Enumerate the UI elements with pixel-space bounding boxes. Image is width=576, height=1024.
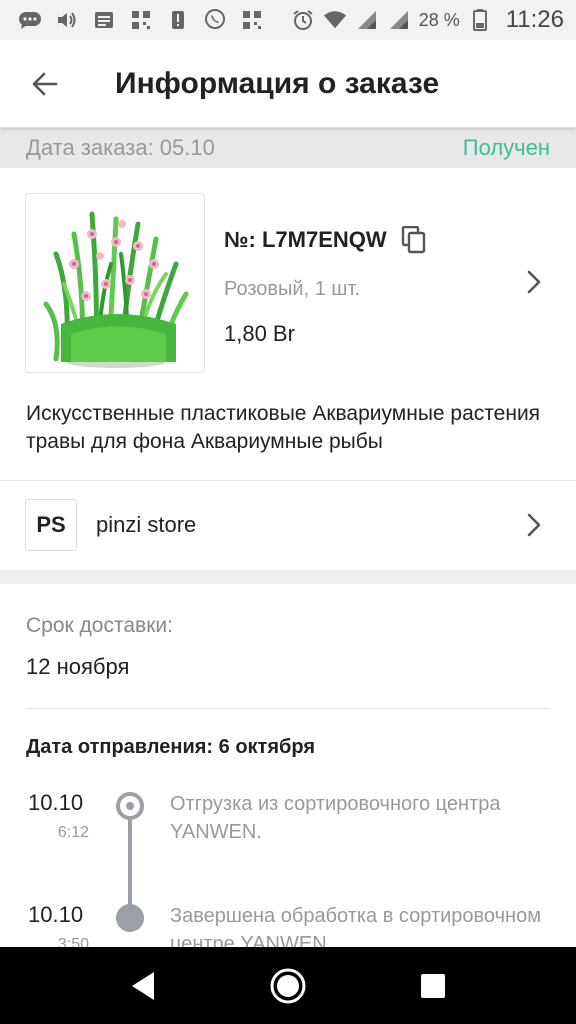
square-recents-icon [421,973,446,998]
aquarium-grass-image [43,211,189,368]
clock: 11:26 [505,6,564,33]
battery-percent: 28 % [418,9,460,30]
copy-icon[interactable] [401,226,427,254]
store-name: pinzi store [96,512,197,537]
shipping-date-title: Дата отправления: 6 октября [26,736,315,758]
back-button[interactable] [0,40,90,128]
product-price: 1,80 Br [224,321,295,346]
event-text: Завершена обработка в сортировочном цент… [170,905,541,947]
wifi-icon [323,9,347,31]
delivery-term-value: 12 ноября [26,654,130,679]
section-gap [0,570,576,584]
product-image[interactable] [25,193,205,373]
product-variant: Розовый, 1 шт. [224,278,360,300]
viber-icon [203,9,227,31]
status-bar: 28 % 11:26 [0,0,576,40]
event-text: Отгрузка из сортировочного центра YANWEN… [170,793,501,843]
store-logo: PS [25,499,77,551]
message-icon [18,9,42,31]
qr-icon [129,9,153,31]
order-status: Получен [462,135,550,160]
product-description: Искусственные пластиковые Аквариумные ра… [26,402,541,453]
chevron-right-icon[interactable] [526,269,542,295]
tracking-timeline: 10.10 6:12 Отгрузка из сортировочного це… [0,790,576,947]
store-row[interactable]: PS pinzi store [0,481,576,569]
system-nav-bar [0,947,576,1024]
alarm-icon [291,9,315,31]
news-icon [92,9,116,31]
app-bar: Информация о заказе [0,40,576,128]
order-number: №: L7M7ENQW [224,226,427,254]
product-card[interactable]: №: L7M7ENQW Розовый, 1 шт. 1,80 Br Искус… [0,168,576,480]
event-date: 10.10 [28,790,84,815]
volume-icon [55,9,79,31]
delivery-term-label: Срок доставки: [26,614,173,637]
signal-icon [387,9,411,31]
timeline-line [128,818,132,908]
order-date: Дата заказа: 05.10 [26,135,215,160]
page-title: Информация о заказе [115,66,440,100]
triangle-back-icon [131,971,154,1000]
signal-icon [355,9,379,31]
circle-home-icon [270,968,306,1003]
nav-recents-button[interactable] [403,956,463,1016]
divider [26,708,550,709]
event-date: 10.10 [28,902,84,927]
arrow-left-icon [32,72,58,95]
order-summary-bar: Дата заказа: 05.10 Получен [0,128,576,168]
qr-icon [240,9,264,31]
event-time: 3:50 [57,936,89,947]
nav-back-button[interactable] [113,956,173,1016]
battery-icon [468,9,492,31]
timeline-dot-active-icon [116,792,144,820]
event-time: 6:12 [57,824,89,841]
alert-icon [166,9,190,31]
timeline-dot-icon [116,904,144,932]
product-info: №: L7M7ENQW Розовый, 1 шт. 1,80 Br [224,226,427,347]
order-number-text: №: L7M7ENQW [224,227,387,252]
chevron-right-icon[interactable] [526,512,542,538]
nav-home-button[interactable] [258,956,318,1016]
